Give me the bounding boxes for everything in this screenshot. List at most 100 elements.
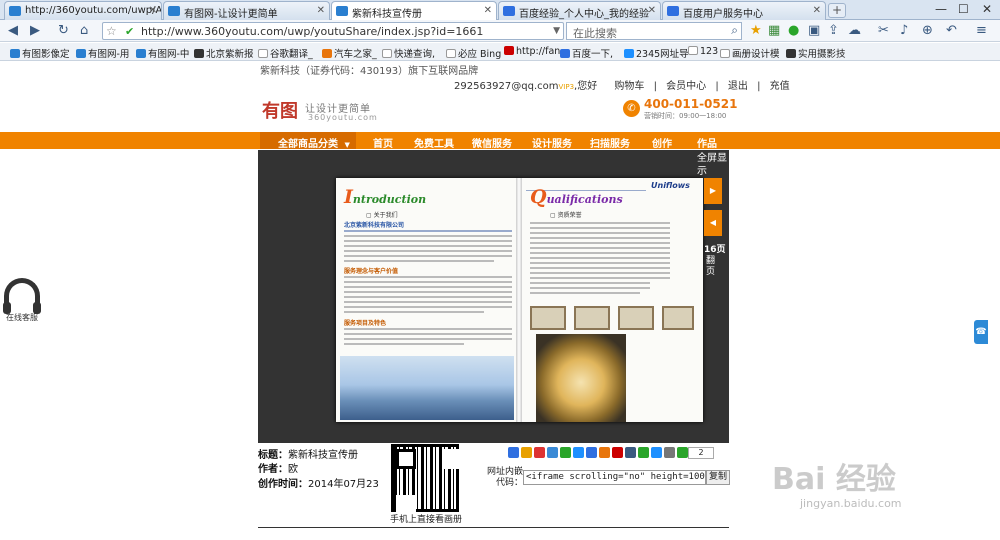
browser-tab-5[interactable]: 百度用户服务中心 ✕: [662, 1, 826, 20]
share-icon[interactable]: [612, 447, 623, 458]
share-icon[interactable]: [651, 447, 662, 458]
bookmark-item[interactable]: 实用摄影技: [786, 46, 846, 60]
menu-icon[interactable]: ≡: [976, 23, 987, 38]
page-flip-label[interactable]: 翻页: [706, 256, 716, 278]
embed-code-label: 网址内嵌代码：: [486, 467, 523, 488]
recharge-link[interactable]: 充值: [770, 81, 790, 92]
new-tab-button[interactable]: +: [828, 3, 846, 18]
next-page-icon[interactable]: ▶: [704, 178, 722, 204]
share-icon[interactable]: [586, 447, 597, 458]
bookmark-item[interactable]: http://fan: [504, 46, 560, 57]
share-icon[interactable]: ⇪: [828, 23, 839, 38]
bookmark-item[interactable]: 123: [688, 46, 718, 57]
section-heading: 服务理念与客户价值: [344, 268, 399, 275]
bookmark-item[interactable]: 有图网-用: [76, 46, 129, 60]
share-icon[interactable]: [599, 447, 610, 458]
bookmark-item[interactable]: 有图影像定: [10, 46, 70, 60]
minimize-icon[interactable]: —: [935, 2, 947, 16]
menu-item-scan[interactable]: 扫描服务: [590, 135, 630, 150]
url-text[interactable]: http://www.360youtu.com/uwp/youtuShare/i…: [141, 25, 483, 38]
vip-badge: VIP3: [558, 83, 575, 91]
share-icon[interactable]: [664, 447, 675, 458]
close-icon[interactable]: ✕: [317, 5, 325, 16]
bookmark-item[interactable]: 快递查询,: [382, 46, 435, 60]
bookmark-star-icon[interactable]: ☆: [106, 24, 117, 38]
menu-item-home[interactable]: 首页: [373, 135, 393, 150]
online-service-widget[interactable]: 在线客服: [2, 278, 42, 323]
bookmark-item[interactable]: 汽车之家_: [322, 46, 377, 60]
download-icon[interactable]: ⊕: [922, 23, 933, 38]
bookmark-item[interactable]: 2345网址导: [624, 46, 689, 60]
bookmark-item[interactable]: 谷歌翻译_: [258, 46, 313, 60]
address-bar[interactable]: ☆ ✔ http://www.360youtu.com/uwp/youtuSha…: [102, 22, 564, 40]
window-close-icon[interactable]: ✕: [982, 2, 992, 16]
share-icon[interactable]: [508, 447, 519, 458]
search-icon[interactable]: ⌕: [731, 23, 738, 38]
browser-tab-1[interactable]: http://360youtu.com/uwp/Applicat ✕: [4, 1, 162, 20]
logout-link[interactable]: 退出: [728, 81, 748, 92]
tools-icon[interactable]: ▣: [808, 23, 820, 38]
browser-tab-4[interactable]: 百度经验_个人中心_我的经验 ✕: [498, 1, 661, 20]
copy-button[interactable]: 复制: [706, 470, 730, 485]
bookmark-item[interactable]: 北京紫新报: [194, 46, 254, 60]
back-icon[interactable]: ◀: [8, 23, 18, 38]
prev-page-icon[interactable]: ◀: [704, 210, 722, 236]
page-icon: [446, 49, 456, 58]
more-share-icon[interactable]: [677, 447, 688, 458]
member-center-link[interactable]: 会员中心: [666, 81, 706, 92]
forward-icon[interactable]: ▶: [30, 23, 40, 38]
refresh-icon[interactable]: ↻: [58, 23, 69, 38]
maximize-icon[interactable]: ☐: [958, 2, 969, 16]
share-icon[interactable]: [638, 447, 649, 458]
menu-item-wechat[interactable]: 微信服务: [472, 135, 512, 150]
browser-tab-strip: http://360youtu.com/uwp/Applicat ✕ 有图网-让…: [0, 0, 1000, 20]
page-left[interactable]: Introduction ▢ 关于我们 北京紫新科技有限公司 服务理念与客户价值…: [336, 178, 518, 422]
browser-tab-3[interactable]: 紫新科技宣传册 ✕: [331, 1, 497, 20]
security-shield-icon: ✔: [125, 25, 135, 38]
menu-item-design[interactable]: 设计服务: [532, 135, 572, 150]
menu-item-create[interactable]: 创作: [652, 135, 672, 150]
divider: [258, 527, 729, 528]
home-icon[interactable]: ⌂: [80, 23, 88, 38]
page-title-qualifications: Qualifications: [530, 186, 623, 208]
bookmark-item[interactable]: 必应 Bing: [446, 46, 501, 60]
embed-code-field[interactable]: <iframe scrolling="no" height=100% width: [523, 470, 706, 485]
share-icon[interactable]: [521, 447, 532, 458]
share-icon[interactable]: [547, 447, 558, 458]
fullscreen-button[interactable]: 全屏显示: [697, 152, 729, 178]
close-icon[interactable]: ✕: [813, 5, 821, 16]
brochure-spread[interactable]: Introduction ▢ 关于我们 北京紫新科技有限公司 服务理念与客户价值…: [336, 178, 703, 422]
bookmark-item[interactable]: 有图网-中: [136, 46, 189, 60]
browser-tab-2[interactable]: 有图网-让设计更简单 ✕: [163, 1, 330, 20]
weibo-icon[interactable]: [534, 447, 545, 458]
cloud-icon[interactable]: ☁: [848, 23, 861, 38]
share-icon[interactable]: [625, 447, 636, 458]
cut-icon[interactable]: ✂: [878, 23, 889, 38]
page-icon: [258, 49, 268, 58]
close-icon[interactable]: ✕: [484, 5, 492, 16]
flipbook-viewer[interactable]: Introduction ▢ 关于我们 北京紫新科技有限公司 服务理念与客户价值…: [258, 150, 729, 443]
page-favicon-icon: [168, 6, 180, 16]
section-heading: 北京紫新科技有限公司: [344, 222, 405, 229]
site-logo[interactable]: 有图: [262, 97, 298, 123]
favorites-icon[interactable]: ★: [750, 23, 762, 38]
phone-float-button[interactable]: ☎: [974, 320, 988, 344]
close-icon[interactable]: ✕: [648, 5, 656, 16]
user-email[interactable]: 292563927@qq.com: [454, 81, 559, 92]
wechat-icon[interactable]: [560, 447, 571, 458]
grid-icon[interactable]: ▦: [768, 23, 780, 38]
bookmark-item[interactable]: 百度一下,: [560, 46, 613, 60]
share-icon[interactable]: [573, 447, 584, 458]
chevron-down-icon[interactable]: ▼: [553, 26, 560, 36]
chat-icon[interactable]: ●: [788, 23, 799, 38]
search-input[interactable]: 在此搜索 ⌕: [566, 22, 742, 40]
undo-icon[interactable]: ↶: [946, 23, 957, 38]
cart-link[interactable]: 购物车: [614, 81, 644, 92]
all-categories-dropdown[interactable]: 全部商品分类 ▼: [260, 132, 356, 150]
menu-item-free-tools[interactable]: 免费工具: [414, 135, 454, 150]
bookmark-item[interactable]: 画册设计模: [720, 46, 780, 60]
menu-item-works[interactable]: 作品: [697, 135, 717, 150]
volume-icon[interactable]: ♪: [900, 23, 908, 38]
close-icon[interactable]: ✕: [149, 5, 157, 16]
page-right[interactable]: Uniflows Qualifications ▢ 资质荣誉: [520, 178, 703, 422]
